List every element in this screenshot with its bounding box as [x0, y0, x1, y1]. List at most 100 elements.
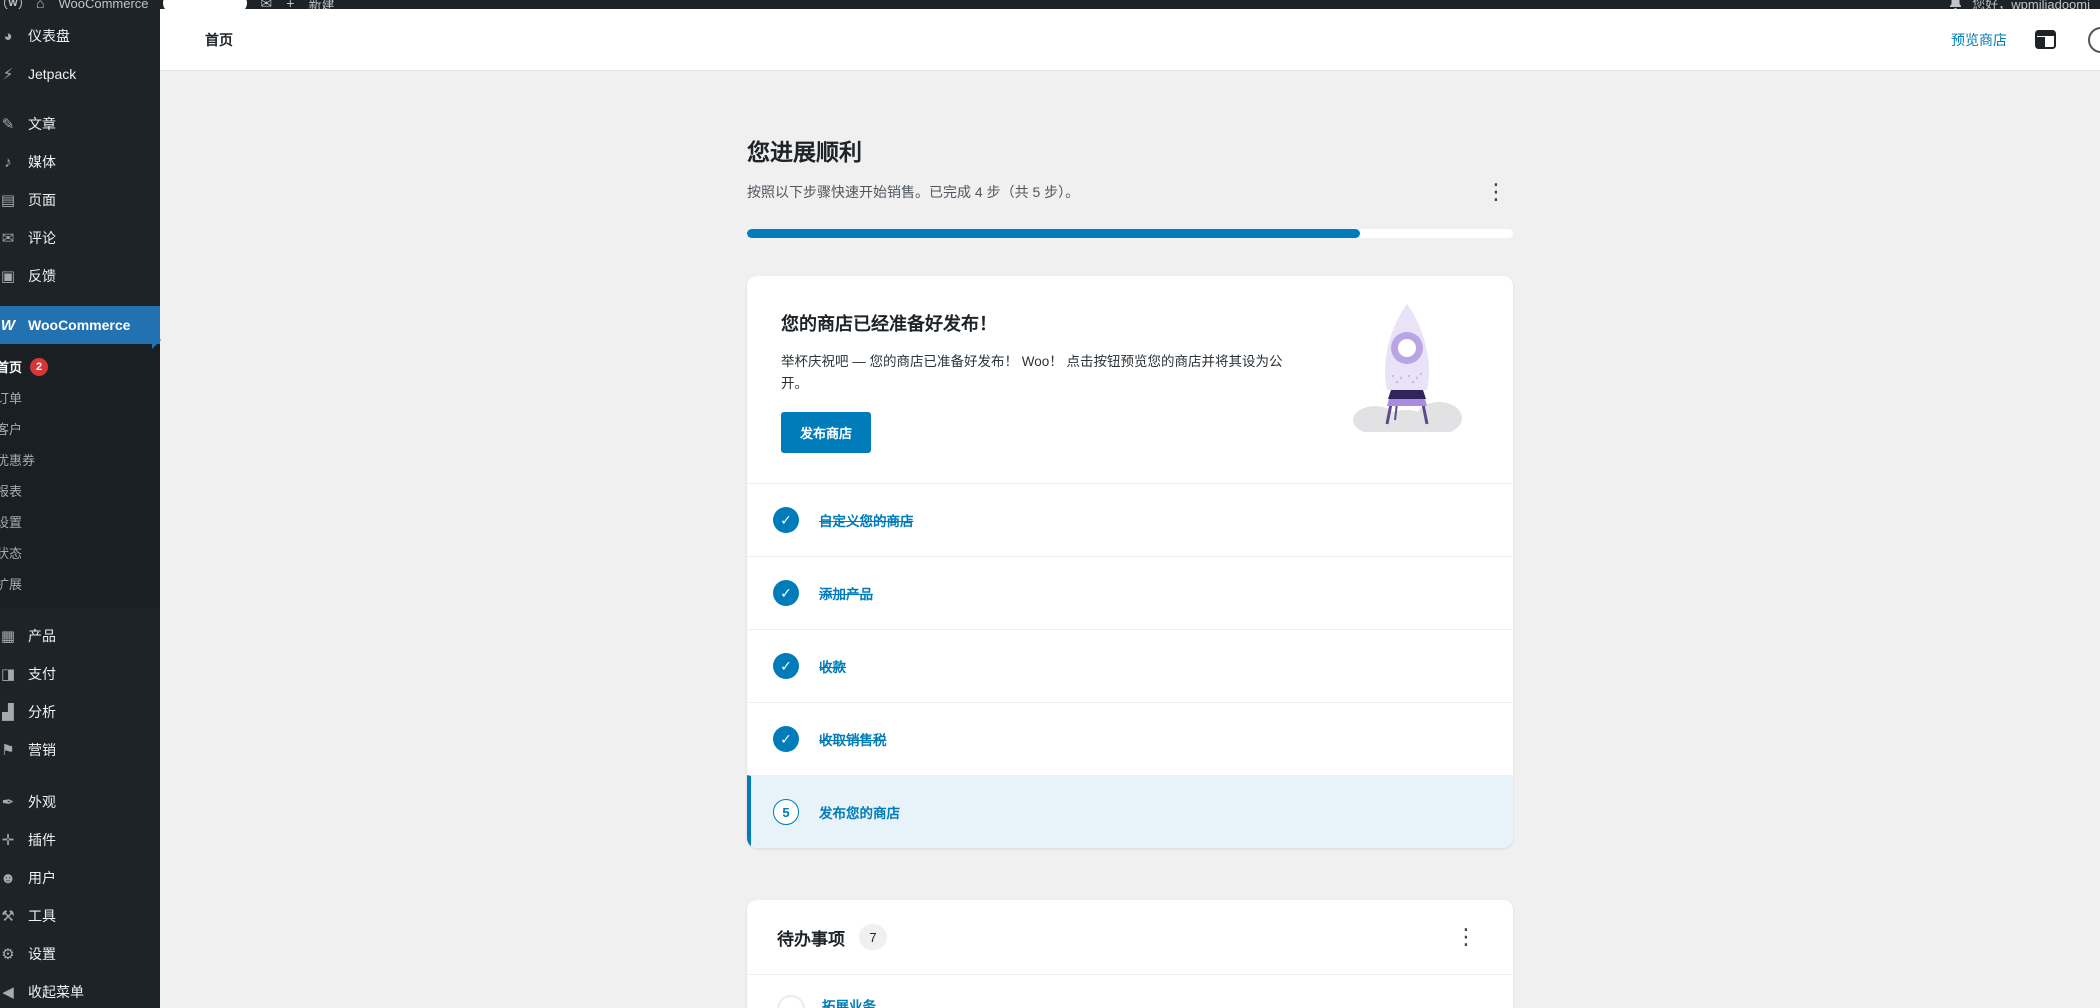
todo-kebab-menu-icon[interactable]: ⋮ [1449, 926, 1483, 948]
analytics-icon: ▟ [0, 703, 18, 721]
appearance-icon: ✒ [0, 793, 18, 811]
preview-store-link[interactable]: 预览商店 [1951, 30, 2007, 50]
check-circle-icon: ✓ [773, 580, 799, 606]
pages-icon: ▤ [0, 191, 18, 209]
task-step-customize-store[interactable]: ✓ 自定义您的商店 [747, 483, 1513, 556]
task-step-label: 收取销售税 [819, 729, 887, 749]
content-area: 您进展顺利 按照以下步骤快速开始销售。已完成 4 步（共 5 步）。 ⋮ 您的商… [160, 71, 2100, 1008]
sidebar-item-users[interactable]: ☻ 用户 [0, 859, 160, 897]
feedback-icon: ▣ [0, 267, 18, 285]
sidebar-item-settings[interactable]: ⚙ 设置 [0, 935, 160, 973]
sidebar-item-label: Jetpack [28, 66, 76, 82]
sidebar-item-collapse-menu[interactable]: ◀ 收起菜单 [0, 973, 160, 1008]
comments-icon: ✉ [0, 229, 18, 247]
page-title: 首页 [205, 30, 233, 50]
plus-icon[interactable]: + [286, 0, 294, 9]
settings-icon: ⚙ [0, 945, 18, 963]
sidebar-item-payments[interactable]: ◨ 支付 [0, 655, 160, 693]
todo-item-label[interactable]: 拓展业务 [822, 995, 876, 1008]
sidebar-item-comments[interactable]: ✉ 评论 [0, 219, 160, 257]
task-step-get-paid[interactable]: ✓ 收款 [747, 629, 1513, 702]
users-icon: ☻ [0, 870, 18, 887]
submenu-item-home[interactable]: 首页 2 [0, 351, 160, 382]
media-icon: ♪ [0, 154, 18, 171]
wordpress-logo-icon[interactable]: W [4, 0, 22, 9]
sidebar-item-label: 分析 [28, 702, 56, 722]
step-number-circle: 5 [773, 799, 799, 825]
help-circle-icon[interactable] [2088, 27, 2100, 53]
task-step-launch-store[interactable]: 5 发布您的商店 [747, 775, 1513, 848]
products-icon: ▦ [0, 627, 18, 645]
admin-bar-badge [163, 0, 247, 9]
admin-bar-notice-underline[interactable] [348, 0, 518, 9]
tasklist-kebab-menu-icon[interactable]: ⋮ [1479, 181, 1513, 203]
sidebar-item-products[interactable]: ▦ 产品 [0, 617, 160, 655]
progress-bar-fill [747, 229, 1360, 238]
submenu-item-orders[interactable]: 订单 [0, 382, 160, 413]
sidebar-item-label: WooCommerce [28, 317, 130, 333]
admin-bar: W ⌂ WooCommerce ✉ + 新建 您好，wpmiliadoomi [0, 0, 2100, 9]
sidebar-item-dashboard[interactable]: ◕ 仪表盘 [0, 17, 160, 55]
sidebar-item-label: 评论 [28, 228, 56, 248]
sidebar-item-tools[interactable]: ⚒ 工具 [0, 897, 160, 935]
woocommerce-icon: W [0, 317, 18, 334]
submenu-item-coupons[interactable]: 优惠券 [0, 444, 160, 475]
task-step-add-products[interactable]: ✓ 添加产品 [747, 556, 1513, 629]
sidebar-item-pages[interactable]: ▤ 页面 [0, 181, 160, 219]
task-step-label: 发布您的商店 [819, 802, 900, 822]
todo-count-badge: 7 [859, 924, 887, 950]
submenu-item-status[interactable]: 状态 [0, 537, 160, 568]
store-ready-section: 您的商店已经准备好发布！ 举杯庆祝吧 — 您的商店已准备好发布！ Woo！ 点击… [747, 276, 1513, 483]
main-header: 首页 预览商店 [160, 9, 2100, 71]
jetpack-icon: ⚡ [0, 65, 18, 83]
admin-bar-new[interactable]: 新建 [308, 0, 334, 9]
sidebar-item-jetpack[interactable]: ⚡ Jetpack [0, 55, 160, 93]
sidebar-item-label: 支付 [28, 664, 56, 684]
tasklist-title: 您进展顺利 [747, 133, 1513, 167]
tasklist-subtitle: 按照以下步骤快速开始销售。已完成 4 步（共 5 步）。 [747, 182, 1079, 202]
task-step-label: 添加产品 [819, 583, 873, 603]
home-icon[interactable]: ⌂ [36, 0, 44, 9]
bell-icon[interactable] [1949, 0, 1962, 9]
sidebar-item-analytics[interactable]: ▟ 分析 [0, 693, 160, 731]
sidebar-item-label: 媒体 [28, 152, 56, 172]
todo-empty-circle-icon [777, 995, 805, 1008]
submenu-item-customers[interactable]: 客户 [0, 413, 160, 444]
home-count-badge: 2 [30, 358, 48, 376]
sidebar-item-label: 仪表盘 [28, 26, 70, 46]
sidebar-item-media[interactable]: ♪ 媒体 [0, 143, 160, 181]
submenu-item-reports[interactable]: 报表 [0, 475, 160, 506]
current-menu-arrow [152, 331, 161, 349]
sidebar-item-appearance[interactable]: ✒ 外观 [0, 783, 160, 821]
publish-store-button[interactable]: 发布商店 [781, 412, 871, 453]
submenu-item-settings[interactable]: 设置 [0, 506, 160, 537]
sidebar-item-woocommerce[interactable]: W WooCommerce [0, 306, 160, 344]
dashboard-icon: ◕ [0, 28, 18, 45]
sidebar-item-feedback[interactable]: ▣ 反馈 [0, 257, 160, 295]
sidebar-item-label: 营销 [28, 740, 56, 760]
task-step-label: 自定义您的商店 [819, 510, 914, 530]
todo-item-grow-business[interactable]: 拓展业务 2 分钟 [747, 975, 1513, 1008]
task-step-collect-tax[interactable]: ✓ 收取销售税 [747, 702, 1513, 775]
sidebar-item-label: 设置 [28, 944, 56, 964]
submenu-item-extensions[interactable]: 扩展 [0, 568, 160, 599]
task-step-label: 收款 [819, 656, 846, 676]
woocommerce-submenu: 首页 2 订单 客户 优惠券 报表 设置 状态 扩展 [0, 344, 160, 608]
sidebar-item-marketing[interactable]: ⚑ 营销 [0, 731, 160, 769]
comments-icon[interactable]: ✉ [261, 0, 273, 9]
collapse-menu-icon: ◀ [0, 983, 18, 1001]
howdy-text[interactable]: 您好，wpmiliadoomi [1972, 0, 2090, 9]
sidebar-item-plugins[interactable]: ✛ 插件 [0, 821, 160, 859]
sidebar-item-posts[interactable]: ✎ 文章 [0, 105, 160, 143]
check-circle-icon: ✓ [773, 507, 799, 533]
admin-bar-site-name[interactable]: WooCommerce [58, 0, 148, 9]
rocket-illustration [1351, 302, 1463, 437]
admin-sidebar: ◕ 仪表盘 ⚡ Jetpack ✎ 文章 ♪ 媒体 ▤ 页面 ✉ 评论 ▣ 反馈 [0, 9, 160, 1008]
display-options-icon[interactable] [2035, 30, 2056, 49]
tasklist-card: 您的商店已经准备好发布！ 举杯庆祝吧 — 您的商店已准备好发布！ Woo！ 点击… [747, 276, 1513, 848]
progress-bar [747, 229, 1513, 238]
todo-card-title: 待办事项 [777, 925, 845, 950]
sidebar-item-label: 外观 [28, 792, 56, 812]
sidebar-item-label: 产品 [28, 626, 56, 646]
sidebar-item-label: 用户 [28, 868, 56, 888]
